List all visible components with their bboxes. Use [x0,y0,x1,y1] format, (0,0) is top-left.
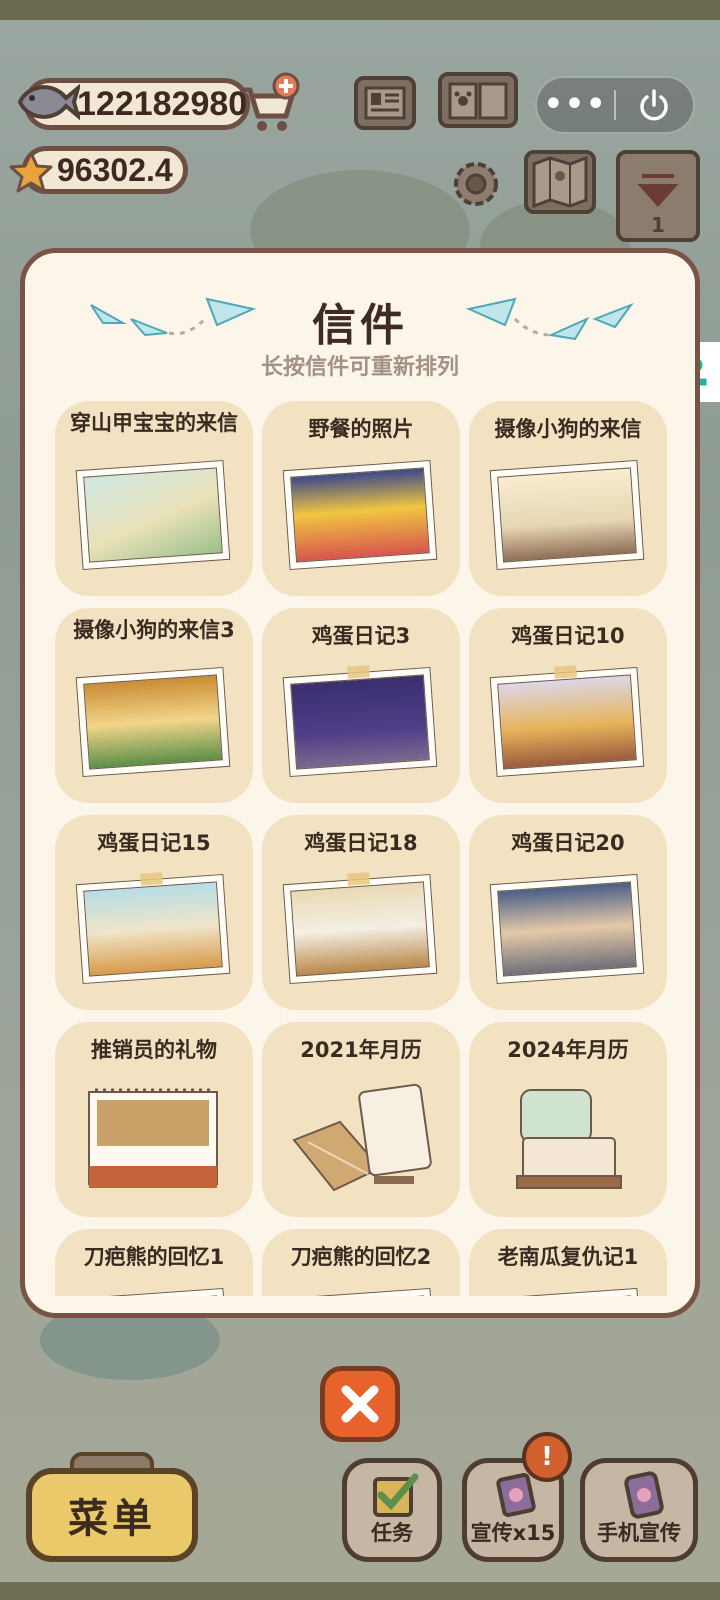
shop-cart-icon[interactable] [236,72,300,134]
letter-title: 2024年月历 [507,1038,629,1062]
letter-title: 鸡蛋日记20 [511,831,625,855]
letters-modal: 信件 长按信件可重新排列 穿山甲宝宝的来信 野餐的照片 摄像小狗的来信 摄像小狗… [20,248,700,1318]
letter-card[interactable]: 野餐的照片 [262,401,460,596]
desk-calendar-image [88,1088,218,1188]
letter-photo [282,459,438,571]
tape [140,872,163,886]
star-amount: 96302.4 [57,151,173,188]
settings-gear-button[interactable] [446,154,506,214]
letter-title: 鸡蛋日记10 [511,624,625,648]
mini-program-capsule: ••• [535,76,695,134]
letter-card[interactable]: 鸡蛋日记10 [469,608,667,803]
alert-badge: ! [522,1432,572,1482]
tasks-label: 任务 [371,1521,413,1545]
letter-photo [75,459,231,571]
letter-card[interactable]: 刀疤熊的回忆1 [55,1229,253,1296]
tape [554,665,577,679]
letter-card[interactable]: 鸡蛋日记15 [55,815,253,1010]
sort-dropdown-button[interactable]: 1 [616,150,700,242]
letter-title: 摄像小狗的来信 [494,417,642,441]
letter-photo [489,459,645,571]
newspaper-icon [364,86,406,120]
calendar-box-image [292,1083,432,1192]
close-button[interactable] [320,1366,400,1442]
letter-card[interactable]: 鸡蛋日记18 [262,815,460,1010]
map-icon [532,155,588,209]
phone-promote-label: 手机宣传 [597,1521,681,1545]
letter-card[interactable]: 推销员的礼物 [55,1022,253,1217]
tasks-button[interactable]: 任务 [342,1458,442,1562]
fish-amount: 122182980 [77,84,248,123]
letter-title: 老南瓜复仇记1 [497,1245,639,1269]
calendar-stand-image [516,1089,622,1189]
svg-text:1: 1 [651,213,665,237]
letter-photo [489,1287,645,1296]
star-icon [9,151,53,193]
tape [347,872,370,886]
letter-title: 推销员的礼物 [91,1038,217,1062]
letter-photo [489,665,645,778]
gear-icon [454,162,498,206]
phone-promote-button[interactable]: 手机宣传 [580,1458,698,1562]
map-button[interactable] [524,150,596,214]
letter-title: 鸡蛋日记3 [311,624,411,648]
letter-title: 刀疤熊的回忆2 [290,1245,432,1269]
letter-card[interactable]: 摄像小狗的来信 [469,401,667,596]
letter-card[interactable]: 刀疤熊的回忆2 [262,1229,460,1296]
letter-title: 刀疤熊的回忆1 [83,1245,225,1269]
chevron-down-icon: 1 [637,174,679,237]
promote-label: 宣传x15 [470,1521,556,1545]
letter-card[interactable]: 鸡蛋日记3 [262,608,460,803]
letter-photo [282,872,438,985]
letter-photo [489,873,645,985]
letter-card[interactable]: 穿山甲宝宝的来信 [55,401,253,596]
letter-title: 穿山甲宝宝的来信 [70,411,238,435]
close-icon [341,1385,379,1423]
letter-card[interactable]: 2024年月历 [469,1022,667,1217]
letter-photo [75,666,231,778]
tape [347,665,370,679]
phone-promo-icon [624,1471,664,1519]
bottom-edge-strip [0,1582,720,1600]
letter-title: 鸡蛋日记18 [304,831,418,855]
letter-card[interactable]: 2021年月历 [262,1022,460,1217]
album-book-button[interactable] [438,72,518,128]
fish-icon [17,83,80,121]
modal-subtitle: 长按信件可重新排列 [260,355,459,380]
letter-title: 2021年月历 [300,1038,422,1062]
letter-photo [75,872,231,985]
modal-title: 信件 [312,300,408,351]
checkbox-check-icon [373,1473,419,1517]
top-edge-strip [0,0,720,20]
letter-card[interactable]: 摄像小狗的来信3 [55,608,253,803]
letter-card[interactable]: 老南瓜复仇记1 [469,1229,667,1296]
letter-photo [75,1287,231,1296]
letters-grid: 穿山甲宝宝的来信 野餐的照片 摄像小狗的来信 摄像小狗的来信3 鸡蛋日记3 鸡蛋… [55,401,667,1296]
power-icon[interactable] [616,88,693,122]
newspaper-button[interactable] [354,76,416,130]
letter-title: 野餐的照片 [308,417,414,441]
more-dots-icon[interactable]: ••• [537,90,614,120]
letter-photo [282,665,438,778]
letter-photo [282,1287,438,1296]
letter-title: 鸡蛋日记15 [97,831,211,855]
menu-button[interactable]: 菜单 [26,1468,198,1562]
paw-book-icon [448,82,508,120]
letter-title: 摄像小狗的来信3 [73,618,235,642]
letter-card[interactable]: 鸡蛋日记20 [469,815,667,1010]
